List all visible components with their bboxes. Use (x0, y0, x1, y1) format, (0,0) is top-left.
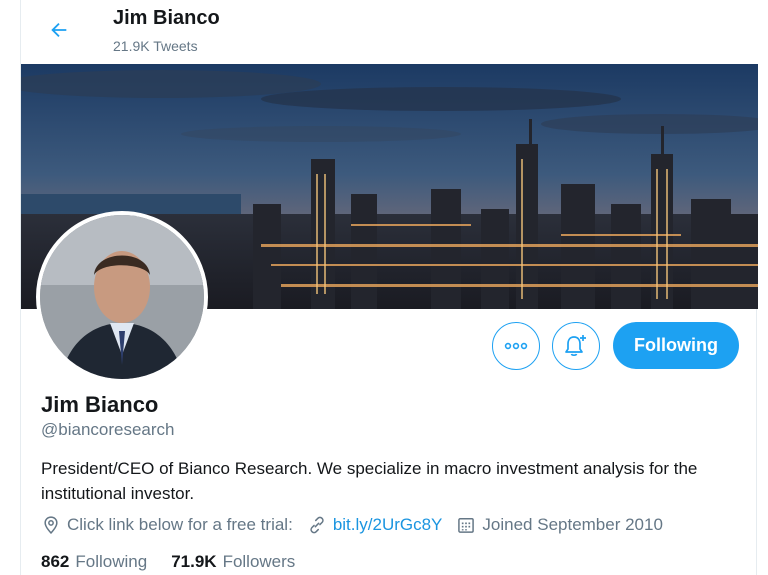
link-icon (310, 516, 324, 534)
header-title: Jim Bianco (113, 7, 220, 29)
back-button[interactable] (41, 12, 77, 48)
bell-plus-icon (565, 335, 586, 357)
following-stat[interactable]: 862 Following (41, 552, 147, 572)
profile-stats: 862 Following 71.9K Followers (41, 552, 295, 572)
joined-item: Joined September 2010 (456, 515, 663, 535)
followers-stat[interactable]: 71.9K Followers (171, 552, 295, 572)
following-label: Following (75, 552, 148, 571)
location-text: Click link below for a free trial: (67, 515, 293, 534)
profile-meta: Click link below for a free trial: bit.l… (41, 515, 663, 535)
more-button[interactable] (492, 322, 540, 370)
following-button[interactable]: Following (613, 322, 739, 369)
profile-header: Jim Bianco 21.9K Tweets (21, 0, 758, 64)
location-item: Click link below for a free trial: (41, 515, 293, 535)
profile-bio: President/CEO of Bianco Research. We spe… (41, 459, 698, 503)
website-item[interactable]: bit.ly/2UrGc8Y (307, 515, 443, 535)
followers-count: 71.9K (171, 552, 217, 571)
website-link[interactable]: bit.ly/2UrGc8Y (333, 515, 443, 535)
calendar-icon (458, 518, 475, 533)
more-icon (504, 342, 528, 350)
tweet-count: 21.9K Tweets (113, 38, 198, 54)
back-arrow-icon (51, 22, 67, 38)
profile-display-name: Jim Bianco (41, 392, 159, 417)
joined-text: Joined September 2010 (482, 515, 663, 534)
location-pin-icon (44, 516, 58, 534)
following-count: 862 (41, 552, 70, 571)
profile-avatar[interactable] (36, 211, 208, 383)
profile-handle: @biancoresearch (41, 420, 175, 439)
profile-column: Jim Bianco 21.9K Tweets Following Jim Bi… (20, 0, 758, 575)
followers-label: Followers (222, 552, 296, 571)
notifications-button[interactable] (552, 322, 600, 370)
